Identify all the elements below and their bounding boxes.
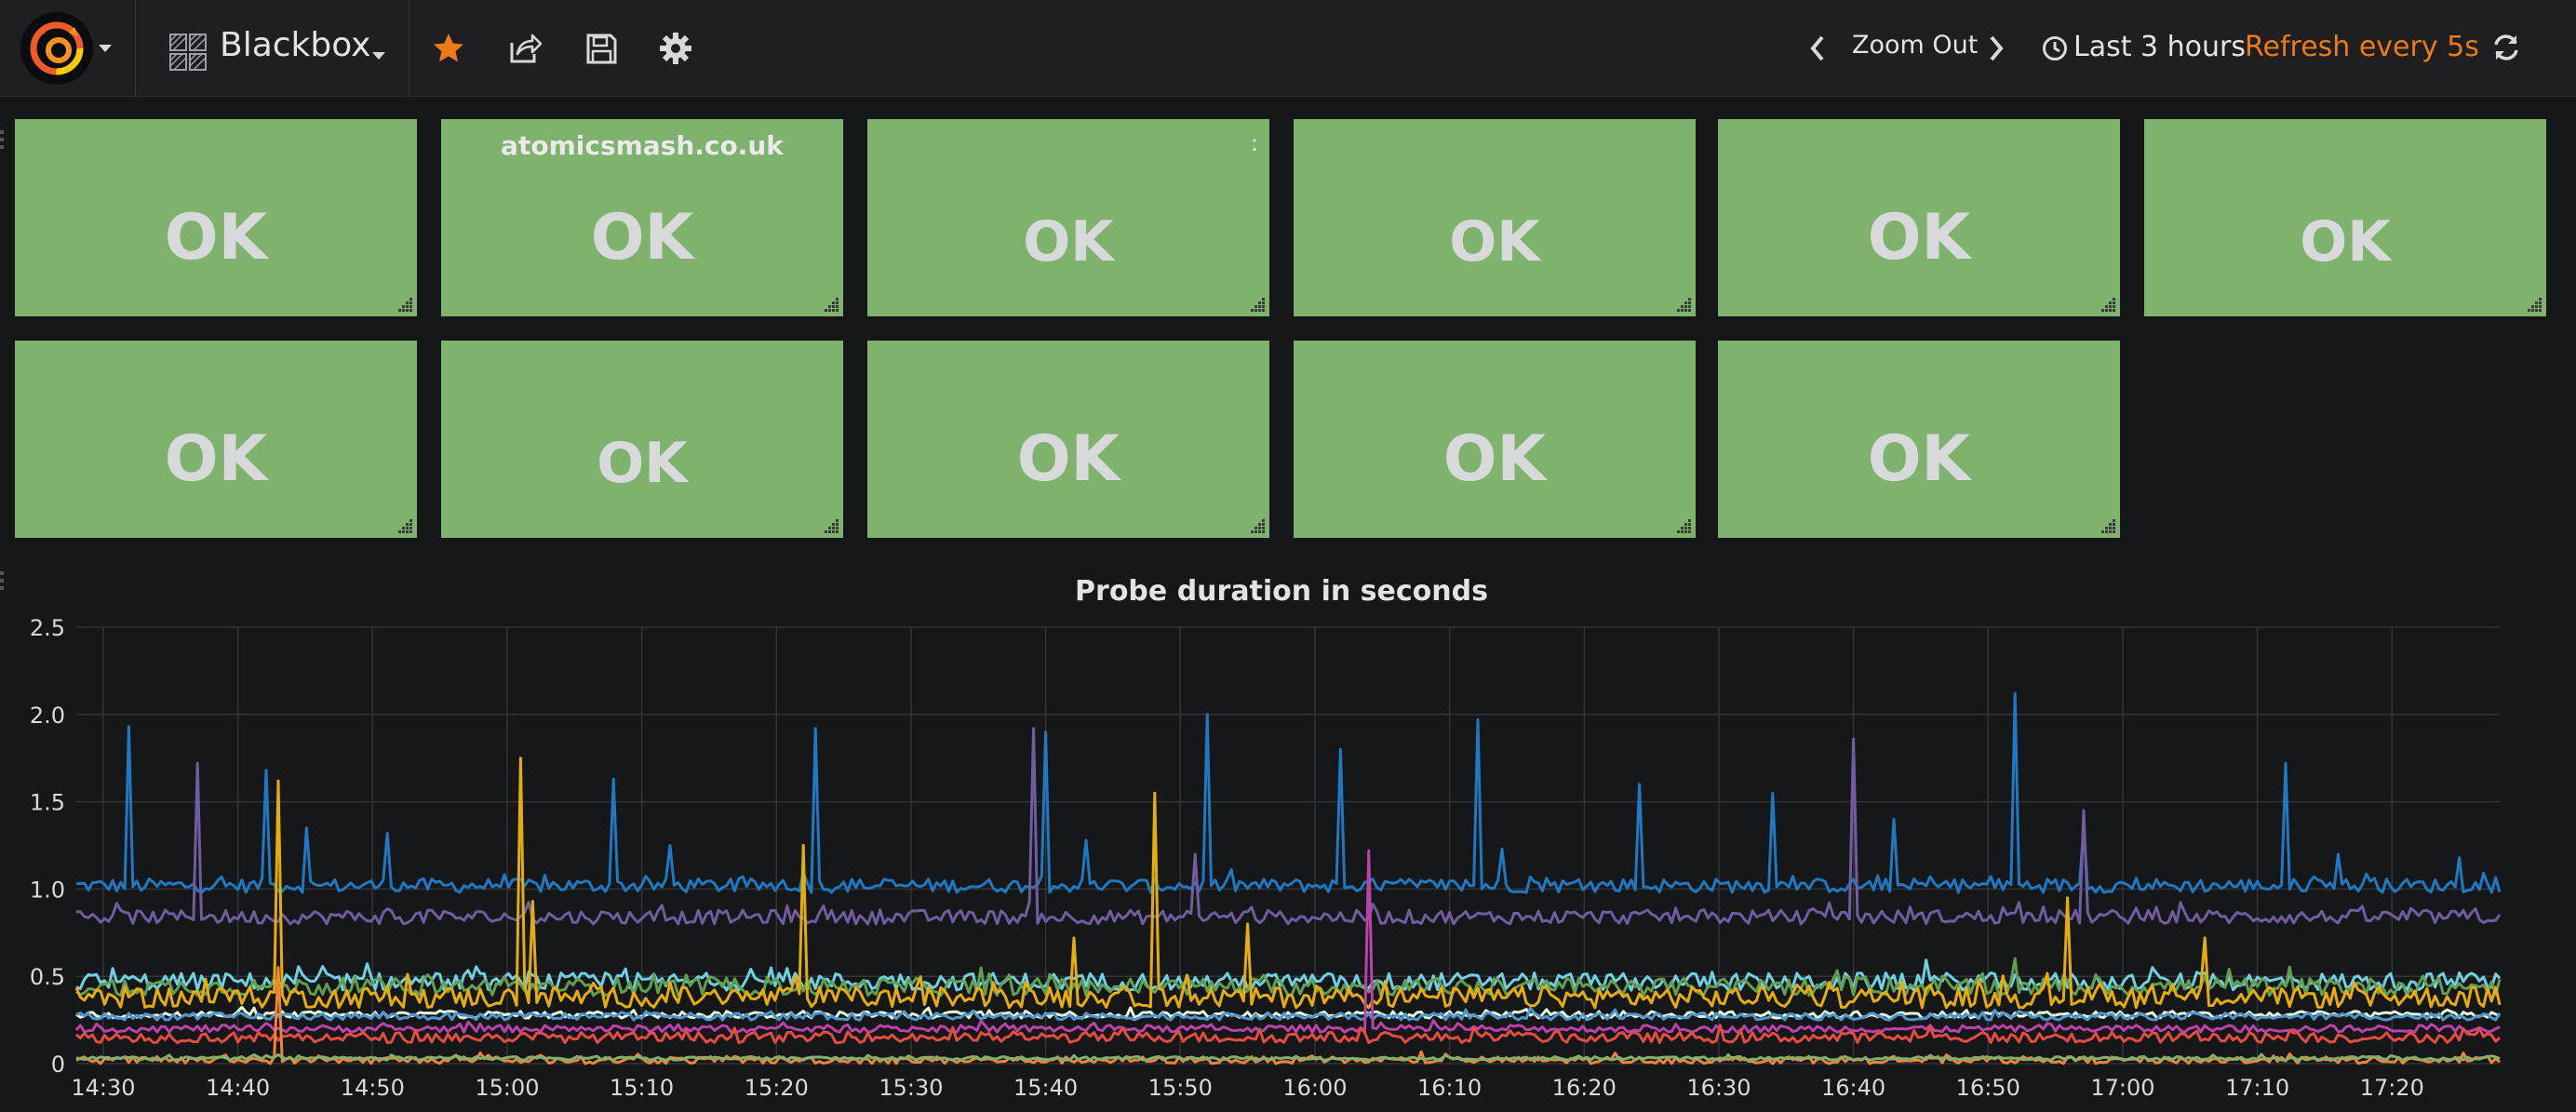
resize-handle-icon[interactable] xyxy=(2101,519,2116,534)
x-tick-label: 15:00 xyxy=(475,1075,539,1101)
chevron-down-icon xyxy=(99,45,112,52)
y-tick-label: 0 xyxy=(51,1052,65,1078)
status-value: OK xyxy=(590,201,694,275)
status-value: OK xyxy=(164,201,268,275)
resize-handle-icon[interactable] xyxy=(1677,298,1692,313)
refresh-icon[interactable] xyxy=(2490,32,2522,63)
x-tick-label: 15:50 xyxy=(1148,1075,1213,1101)
dashboard-title: Blackbox xyxy=(220,26,371,64)
resize-handle-icon[interactable] xyxy=(1677,519,1692,534)
panel-title: : xyxy=(1250,130,1258,156)
x-tick-label: 16:10 xyxy=(1417,1075,1482,1101)
x-tick-label: 14:40 xyxy=(206,1075,270,1101)
status-value: OK xyxy=(164,422,268,496)
x-tick-label: 15:10 xyxy=(610,1075,674,1101)
clock-icon xyxy=(2043,36,2067,60)
status-value: OK xyxy=(1442,422,1547,496)
status-value: OK xyxy=(1867,201,1971,275)
logo-menu[interactable] xyxy=(0,0,136,97)
x-tick-label: 16:00 xyxy=(1282,1075,1347,1101)
resize-handle-icon[interactable] xyxy=(1251,298,1266,313)
resize-handle-icon[interactable] xyxy=(398,298,413,313)
resize-handle-icon[interactable] xyxy=(825,298,839,313)
singlestat-panel[interactable]: OK xyxy=(1294,119,1696,316)
y-tick-label: 2.5 xyxy=(30,615,65,641)
x-tick-label: 17:20 xyxy=(2360,1075,2424,1101)
status-value: OK xyxy=(1016,422,1120,496)
x-tick-label: 15:30 xyxy=(879,1075,943,1101)
series-line-11 xyxy=(75,1052,2501,1062)
dashboard-grid-icon xyxy=(169,33,207,71)
series-line-3 xyxy=(75,958,2502,992)
x-tick-label: 16:50 xyxy=(1956,1075,2020,1101)
y-tick-label: 0.5 xyxy=(30,964,65,990)
singlestat-panel[interactable]: OK xyxy=(1294,341,1696,538)
probe-duration-chart[interactable]: 0 0.5 1.0 1.5 2.0 2.5 14:30 14:40 14:50 15:00 15:1… xyxy=(0,558,2576,1112)
save-icon[interactable] xyxy=(583,30,620,67)
y-tick-label: 1.0 xyxy=(30,877,65,903)
gear-icon[interactable] xyxy=(657,30,694,67)
share-icon[interactable] xyxy=(506,30,543,67)
resize-handle-icon[interactable] xyxy=(1251,519,1266,534)
singlestat-panel[interactable]: OK xyxy=(1718,119,2120,316)
status-value: OK xyxy=(1449,209,1540,275)
series-line-1 xyxy=(75,691,2502,894)
zoom-out-button[interactable]: Zoom Out xyxy=(1852,31,1978,60)
dashboard-picker[interactable]: Blackbox xyxy=(136,0,409,97)
singlestat-panel[interactable]: OK xyxy=(15,341,417,538)
x-tick-label: 14:30 xyxy=(71,1075,135,1101)
status-value: OK xyxy=(2300,209,2391,275)
singlestat-panel[interactable]: OK xyxy=(441,341,843,538)
series-line-9 xyxy=(75,1024,2502,1044)
status-value: OK xyxy=(1867,422,1971,496)
resize-handle-icon[interactable] xyxy=(2101,298,2116,313)
singlestat-panel[interactable]: OK xyxy=(867,341,1269,538)
top-navbar: Blackbox Zoom Out Last 3 hours Refresh e… xyxy=(0,0,2576,97)
singlestat-panel[interactable]: : OK xyxy=(867,119,1269,316)
resize-handle-icon[interactable] xyxy=(2528,298,2542,313)
singlestat-panel[interactable]: OK xyxy=(1718,341,2120,538)
grafana-logo-icon[interactable] xyxy=(20,12,93,85)
singlestat-panel[interactable]: OK xyxy=(2144,119,2546,316)
star-icon[interactable] xyxy=(430,30,467,67)
refresh-interval[interactable]: Refresh every 5s xyxy=(2245,31,2479,63)
chevron-down-icon xyxy=(372,52,385,60)
resize-handle-icon[interactable] xyxy=(398,519,413,534)
x-tick-label: 15:20 xyxy=(745,1075,809,1101)
status-value: OK xyxy=(1023,209,1114,275)
x-tick-label: 16:40 xyxy=(1821,1075,1885,1101)
zoom-forward-icon[interactable] xyxy=(1986,33,2006,63)
panel-title: atomicsmash.co.uk xyxy=(501,130,784,161)
graph-panel[interactable]: Probe duration in seconds 0 0.5 1.0 1.5 2.0 2… xyxy=(0,558,2576,1112)
x-tick-label: 17:00 xyxy=(2090,1075,2154,1101)
y-tick-label: 2.0 xyxy=(30,703,65,729)
x-tick-label: 16:30 xyxy=(1686,1075,1751,1101)
time-range-picker[interactable]: Last 3 hours xyxy=(2073,31,2246,63)
x-tick-label: 15:40 xyxy=(1013,1075,1078,1101)
x-tick-label: 17:10 xyxy=(2225,1075,2289,1101)
singlestat-panel[interactable]: atomicsmash.co.uk OK xyxy=(441,119,843,316)
singlestat-panel[interactable]: OK xyxy=(15,119,417,316)
x-tick-label: 16:20 xyxy=(1552,1075,1617,1101)
row-drag-handle[interactable] xyxy=(0,130,9,158)
status-value: OK xyxy=(597,431,688,496)
series-line-2 xyxy=(75,727,2502,926)
y-tick-label: 1.5 xyxy=(30,790,65,816)
zoom-back-icon[interactable] xyxy=(1807,33,1828,63)
x-tick-label: 14:50 xyxy=(341,1075,405,1101)
resize-handle-icon[interactable] xyxy=(825,519,839,534)
